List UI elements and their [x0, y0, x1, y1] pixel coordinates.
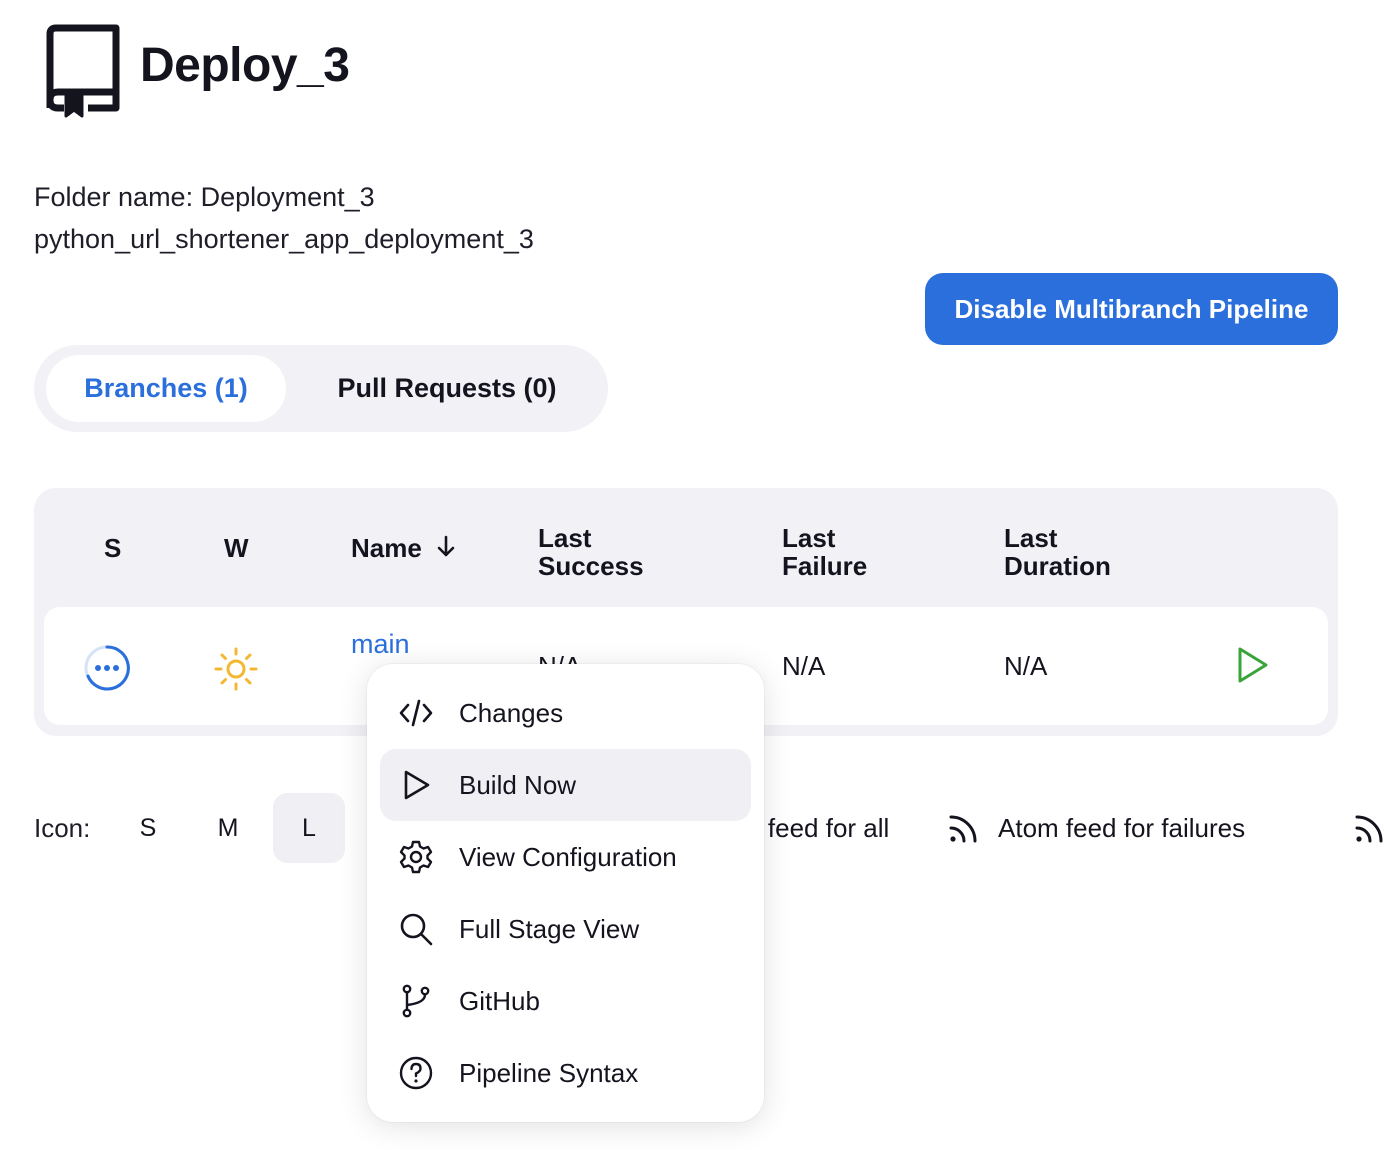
folder-name-text: Folder name: Deployment_3: [34, 182, 375, 212]
tab-branches[interactable]: Branches (1): [46, 355, 286, 422]
repository-icon: [44, 24, 122, 125]
icon-size-l-button[interactable]: L: [273, 793, 345, 863]
schedule-build-play-icon[interactable]: [1232, 645, 1272, 685]
column-header-last-success-line2: Success: [538, 551, 644, 581]
column-header-name-label: Name: [351, 533, 422, 563]
column-header-weather[interactable]: W: [224, 534, 249, 562]
menu-item-label: Pipeline Syntax: [459, 1057, 639, 1088]
menu-item-label: Build Now: [459, 769, 577, 800]
icon-size-label: Icon:: [34, 813, 91, 843]
column-header-last-duration-line2: Duration: [1004, 551, 1111, 581]
menu-item-build-now[interactable]: Build Now: [380, 749, 751, 821]
column-header-status[interactable]: S: [104, 534, 121, 562]
menu-item-full-stage-view[interactable]: Full Stage View: [380, 893, 751, 965]
column-header-name[interactable]: Name: [351, 534, 456, 562]
branch-context-menu: Changes Build Now View Configuration Ful…: [367, 664, 764, 1122]
sun-icon: [212, 645, 260, 693]
icon-size-m-button[interactable]: M: [192, 793, 264, 863]
column-header-last-success[interactable]: Last Success: [538, 524, 644, 580]
rss-icon[interactable]: [1352, 812, 1384, 846]
column-header-last-failure-line2: Failure: [782, 551, 868, 581]
page: Deploy_3 Folder name: Deployment_3 pytho…: [0, 0, 1384, 1150]
header: [44, 24, 122, 125]
page-title: Deploy_3: [140, 39, 350, 92]
menu-item-label: GitHub: [459, 985, 540, 1016]
last-duration-value: N/A: [1004, 651, 1048, 681]
menu-item-changes[interactable]: Changes: [380, 677, 751, 749]
disable-pipeline-button[interactable]: Disable Multibranch Pipeline: [925, 273, 1338, 345]
last-failure-value: N/A: [782, 651, 826, 681]
column-header-last-failure-line1: Last: [782, 523, 836, 553]
menu-item-github[interactable]: GitHub: [380, 965, 751, 1037]
atom-feed-failures-link[interactable]: Atom feed for failures: [998, 813, 1245, 844]
help-icon: [399, 1056, 433, 1090]
icon-size-s-button[interactable]: S: [112, 793, 184, 863]
code-icon: [399, 699, 433, 727]
tab-bar: Branches (1) Pull Requests (0): [34, 345, 608, 432]
menu-item-view-configuration[interactable]: View Configuration: [380, 821, 751, 893]
tab-pull-requests[interactable]: Pull Requests (0): [302, 355, 592, 422]
branch-link-main[interactable]: main: [351, 629, 410, 660]
search-icon: [400, 913, 433, 946]
gear-icon: [399, 840, 433, 874]
menu-item-label: View Configuration: [459, 841, 677, 872]
menu-item-label: Full Stage View: [459, 913, 640, 944]
menu-item-pipeline-syntax[interactable]: Pipeline Syntax: [380, 1037, 751, 1109]
column-header-last-duration-line1: Last: [1004, 523, 1058, 553]
menu-item-label: Changes: [459, 697, 564, 728]
column-header-last-failure[interactable]: Last Failure: [782, 524, 867, 580]
in-progress-icon: [82, 643, 132, 693]
branch-icon: [402, 984, 430, 1018]
play-icon: [404, 770, 430, 800]
column-header-last-success-line1: Last: [538, 523, 592, 553]
description-text: python_url_shortener_app_deployment_3: [34, 224, 534, 254]
rss-icon[interactable]: [946, 812, 980, 846]
sort-down-icon: [436, 534, 456, 562]
column-header-last-duration[interactable]: Last Duration: [1004, 524, 1111, 580]
